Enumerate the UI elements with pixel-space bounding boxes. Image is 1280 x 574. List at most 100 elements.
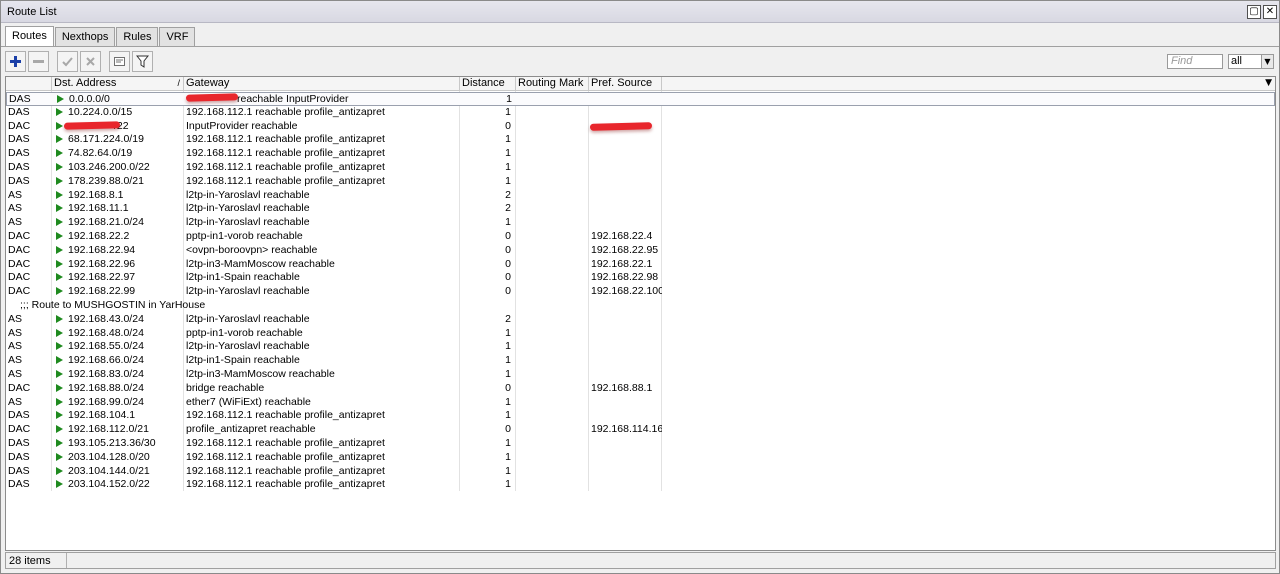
table-row[interactable]: AS 192.168.66.0/24 l2tp-in1-Spain reachabl… <box>6 354 1275 368</box>
add-button[interactable] <box>5 51 26 72</box>
enable-button[interactable] <box>57 51 78 72</box>
table-row[interactable]: DAS 178.239.88.0/21 192.168.112.1 reachabl… <box>6 175 1275 189</box>
row-routing-mark <box>516 340 589 354</box>
row-routing-mark <box>516 368 589 382</box>
row-dst-address-text: 192.168.21.0/24 <box>68 216 144 229</box>
row-routing-mark <box>516 230 589 244</box>
row-flags: AS <box>8 340 23 353</box>
row-routing-mark <box>516 478 589 492</box>
row-distance: 1 <box>505 395 511 408</box>
table-row[interactable]: DAS 203.104.128.0/20 192.168.112.1 reachab… <box>6 451 1275 465</box>
table-row[interactable]: DAC 192.168.22.2 pptp-in1-vorob reachable 0… <box>6 230 1275 244</box>
table-row[interactable]: DAS 192.168.104.1 192.168.112.1 reachable … <box>6 409 1275 423</box>
table-row[interactable]: AS 192.168.48.0/24 pptp-in1-vorob reachabl… <box>6 327 1275 341</box>
table-row[interactable]: DAS 203.104.152.0/22 192.168.112.1 reachab… <box>6 478 1275 492</box>
row-distance: 1 <box>505 437 511 449</box>
row-pref-source <box>589 161 662 175</box>
status-divider <box>66 553 67 568</box>
row-pref-source <box>589 327 662 341</box>
column-header-flags[interactable] <box>6 77 52 91</box>
route-active-icon <box>56 383 63 392</box>
redaction-mark <box>185 93 239 102</box>
tab-vrf[interactable]: VRF <box>159 27 196 46</box>
tab-routes[interactable]: Routes <box>5 26 54 46</box>
row-pref-source: 192.168.22.1 <box>591 257 653 270</box>
table-row[interactable]: AS 192.168.8.1 l2tp-in-Yaroslavl reachable… <box>6 189 1275 203</box>
table-row[interactable]: DAC 192.168.88.0/24 bridge reachable 0 192.1… <box>6 382 1275 396</box>
row-dst-address-text: 192.168.43.0/24 <box>68 312 144 325</box>
row-dst-address-text: 10.224.0.0/15 <box>68 105 133 118</box>
chevron-down-icon: ▼ <box>1261 55 1273 68</box>
row-flags: AS <box>8 368 23 380</box>
row-dst-address-text: 103.246.200.0/22 <box>68 161 150 173</box>
filter-select[interactable]: all ▼ <box>1228 54 1274 69</box>
table-row[interactable]: AS 192.168.21.0/24 l2tp-in-Yaroslavl reach… <box>6 216 1275 230</box>
column-header-distance[interactable]: Distance <box>460 77 516 91</box>
table-row[interactable]: DAC 192.168.22.97 l2tp-in1-Spain reachable… <box>6 271 1275 285</box>
filter-button[interactable] <box>132 51 153 72</box>
row-dst-address: 10.224.0.0/15 <box>52 106 184 120</box>
row-distance: 1 <box>505 368 511 380</box>
table-row[interactable]: DAS 103.246.200.0/22 192.168.112.1 reachab… <box>6 161 1275 175</box>
table-row[interactable]: DAS 74.82.64.0/19 192.168.112.1 reachable … <box>6 147 1275 161</box>
row-dst-address: 203.104.128.0/20 <box>52 451 184 465</box>
row-routing-mark <box>516 258 589 272</box>
table-row[interactable]: DAS 10.224.0.0/15 192.168.112.1 reachable … <box>6 106 1275 120</box>
close-button[interactable]: ✕ <box>1263 5 1277 19</box>
row-flags: DAC <box>8 257 31 270</box>
row-dst-address: 192.168.83.0/24 <box>52 368 184 382</box>
row-routing-mark <box>516 271 589 285</box>
table-row[interactable]: DAS 68.171.224.0/19 192.168.112.1 reachabl… <box>6 133 1275 147</box>
row-flags: DAS <box>8 437 30 449</box>
row-routing-mark <box>516 175 589 189</box>
row-flags: AS <box>8 216 23 229</box>
row-dst-address-text: 192.168.22.2 <box>68 230 130 242</box>
table-row[interactable]: DAC 192.168.22.94 <ovpn-boroovpn> reachabl… <box>6 244 1275 258</box>
row-distance: 1 <box>505 105 511 118</box>
disable-button[interactable] <box>80 51 101 72</box>
row-distance: 0 <box>505 119 511 132</box>
route-active-icon <box>56 245 63 254</box>
table-row[interactable]: DAC 192.168.22.99 l2tp-in-Yaroslavl reacha… <box>6 285 1275 299</box>
table-row[interactable]: AS 192.168.83.0/24 l2tp-in3-MamMoscow reac… <box>6 368 1275 382</box>
table-row[interactable]: DAC 192.168.22.96 l2tp-in3-MamMoscow reach… <box>6 258 1275 272</box>
row-routing-mark <box>516 465 589 479</box>
tab-divider <box>1 46 1279 47</box>
row-dst-address: 192.168.22.2 <box>52 230 184 244</box>
sort-icon: / <box>177 78 180 88</box>
remove-button[interactable] <box>28 51 49 72</box>
table-row[interactable]: DAC 192.168.112.0/21 profile_antizapret re… <box>6 423 1275 437</box>
route-active-icon <box>56 342 63 351</box>
row-flags: DAC <box>8 230 31 242</box>
row-routing-mark <box>516 327 589 341</box>
table-row[interactable]: DAS 193.105.213.36/30 192.168.112.1 reacha… <box>6 437 1275 451</box>
tab-nexthops[interactable]: Nexthops <box>54 27 116 46</box>
find-input[interactable]: Find <box>1167 54 1223 69</box>
column-header-routing-mark[interactable]: Routing Mark <box>516 77 589 91</box>
column-header-pref-source[interactable]: Pref. Source <box>589 77 662 91</box>
row-pref-source <box>589 368 662 382</box>
row-flags: DAC <box>8 119 31 132</box>
row-gateway: l2tp-in-Yaroslavl reachable <box>186 285 310 298</box>
table-row[interactable]: AS 192.168.99.0/24 ether7 (WiFiExt) reacha… <box>6 396 1275 410</box>
table-row[interactable]: DAS 203.104.144.0/21 192.168.112.1 reachab… <box>6 465 1275 479</box>
row-flags: DAS <box>8 464 30 477</box>
row-routing-mark <box>516 244 589 258</box>
row-dst-address: 192.168.8.1 <box>52 189 184 203</box>
comment-button[interactable] <box>109 51 130 72</box>
tab-rules[interactable]: Rules <box>116 27 159 46</box>
table-row[interactable]: AS 192.168.55.0/24 l2tp-in-Yaroslavl reach… <box>6 340 1275 354</box>
row-dst-address-text: 192.168.66.0/24 <box>68 354 144 367</box>
route-table[interactable]: Dst. Address / Gateway Distance Routing … <box>5 76 1276 551</box>
table-row[interactable]: AS 192.168.43.0/24 l2tp-in-Yaroslavl reach… <box>6 313 1275 327</box>
row-gateway: <ovpn-boroovpn> reachable <box>186 243 318 256</box>
table-row[interactable]: AS 192.168.11.1 l2tp-in-Yaroslavl reachabl… <box>6 202 1275 216</box>
row-pref-source <box>589 175 662 189</box>
maximize-button[interactable]: ▢ <box>1247 5 1261 19</box>
column-header-dst-address[interactable]: Dst. Address / <box>52 77 184 91</box>
row-dst-address: 192.168.66.0/24 <box>52 354 184 368</box>
row-distance: 1 <box>505 147 511 160</box>
row-dst-address-text: 192.168.22.96 <box>68 257 136 270</box>
columns-menu-icon[interactable]: ▼ <box>1265 78 1272 88</box>
column-header-gateway[interactable]: Gateway <box>184 77 460 91</box>
